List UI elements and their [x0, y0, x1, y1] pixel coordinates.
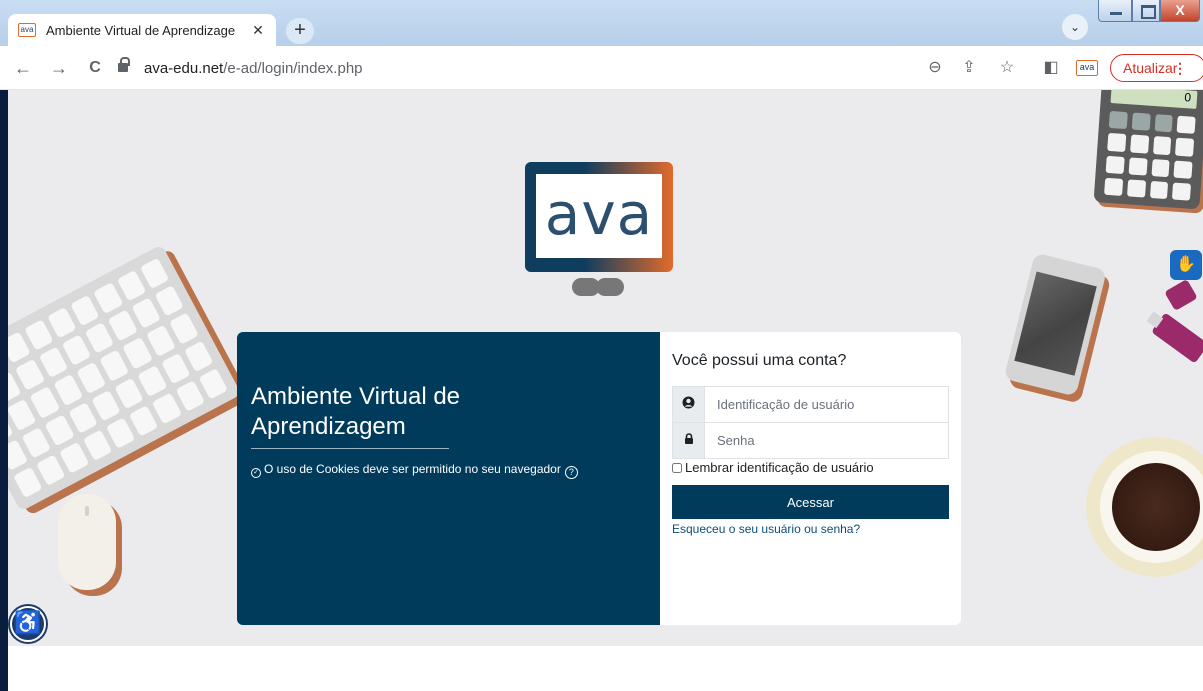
tab-search-button[interactable]: ⌄: [1062, 14, 1088, 40]
forward-arrow-icon[interactable]: →: [48, 56, 70, 80]
password-input[interactable]: [705, 423, 948, 458]
window-maximize-button[interactable]: [1132, 0, 1160, 22]
lock-icon: [673, 423, 705, 458]
window-minimize-button[interactable]: [1098, 0, 1132, 22]
ava-logo: ava: [525, 162, 673, 298]
tab-title: Ambiente Virtual de Aprendizage: [46, 22, 236, 38]
hero-background: 0 ✋ ava Ambiente Virtual de Aprendizagem…: [8, 90, 1203, 646]
url-host: ava-edu.net: [144, 60, 224, 77]
browser-toolbar: ← → C ava-edu.net/e-ad/login/index.php ⊖…: [0, 46, 1203, 90]
url-path: /e-ad/login/index.php: [223, 60, 363, 77]
sign-language-hand-icon[interactable]: ✋: [1170, 250, 1202, 280]
url-text[interactable]: ava-edu.net/e-ad/login/index.php: [144, 60, 363, 77]
coffee-cup-illustration: [1086, 437, 1203, 577]
ava-favicon-icon: ava: [18, 23, 36, 37]
calculator-illustration: 0: [1093, 90, 1203, 214]
username-input[interactable]: [705, 387, 948, 422]
remember-label: Lembrar identificação de usuário: [685, 460, 874, 475]
page-viewport: 0 ✋ ava Ambiente Virtual de Aprendizagem…: [8, 90, 1203, 691]
address-bar[interactable]: ava-edu.net/e-ad/login/index.php: [118, 55, 1018, 83]
menu-dots-icon: ⋮: [1173, 60, 1187, 76]
update-button[interactable]: Atualizar ⋮: [1110, 54, 1203, 82]
browser-tab[interactable]: ava Ambiente Virtual de Aprendizage ✕: [8, 14, 276, 46]
check-circle-icon: ✓: [251, 468, 261, 478]
remember-checkbox[interactable]: [672, 463, 682, 473]
login-form-panel: Você possui uma conta? Lembrar identific…: [660, 332, 961, 625]
update-label: Atualizar: [1123, 60, 1178, 76]
keyboard-illustration: [8, 240, 255, 521]
usb-drive-illustration: [1151, 312, 1203, 364]
window-close-button[interactable]: X: [1160, 0, 1200, 22]
zoom-icon[interactable]: ⊖: [926, 59, 944, 77]
usb-drive-illustration: [1164, 278, 1198, 312]
reload-icon[interactable]: C: [84, 56, 106, 80]
new-tab-button[interactable]: +: [286, 18, 314, 44]
calculator-display: 0: [1110, 90, 1198, 109]
side-panel-icon[interactable]: ◧: [1042, 59, 1060, 77]
accessibility-icon[interactable]: ♿: [10, 606, 46, 642]
forgot-password-link[interactable]: Esqueceu o seu usuário ou senha?: [672, 522, 860, 536]
login-heading: Você possui uma conta?: [672, 352, 847, 369]
password-field-group: [672, 422, 949, 459]
help-icon[interactable]: ?: [564, 466, 578, 479]
login-card-info-panel: Ambiente Virtual de Aprendizagem ✓ O uso …: [237, 332, 660, 625]
tab-close-icon[interactable]: ✕: [250, 22, 266, 39]
share-icon[interactable]: ⇪: [960, 59, 978, 77]
ava-extension-icon[interactable]: ava: [1076, 60, 1098, 76]
user-icon: [673, 387, 705, 422]
cookie-notice-text: O uso de Cookies deve ser permitido no s…: [264, 462, 561, 476]
lock-icon[interactable]: [118, 57, 130, 74]
phone-illustration: [1003, 252, 1112, 404]
title-divider: [251, 448, 449, 449]
login-submit-button[interactable]: Acessar: [672, 485, 949, 519]
mouse-illustration: [58, 494, 122, 596]
username-field-group: [672, 386, 949, 423]
login-card: Ambiente Virtual de Aprendizagem ✓ O uso …: [237, 332, 961, 625]
back-arrow-icon[interactable]: ←: [12, 56, 34, 80]
cookie-notice: ✓ O uso de Cookies deve ser permitido no …: [251, 462, 578, 479]
page-title: Ambiente Virtual de Aprendizagem: [251, 383, 461, 440]
logo-text: ava: [544, 180, 654, 248]
browser-titlebar: ava Ambiente Virtual de Aprendizage ✕ + …: [0, 0, 1203, 46]
remember-username[interactable]: Lembrar identificação de usuário: [672, 460, 874, 475]
bookmark-star-icon[interactable]: ☆: [998, 59, 1016, 77]
